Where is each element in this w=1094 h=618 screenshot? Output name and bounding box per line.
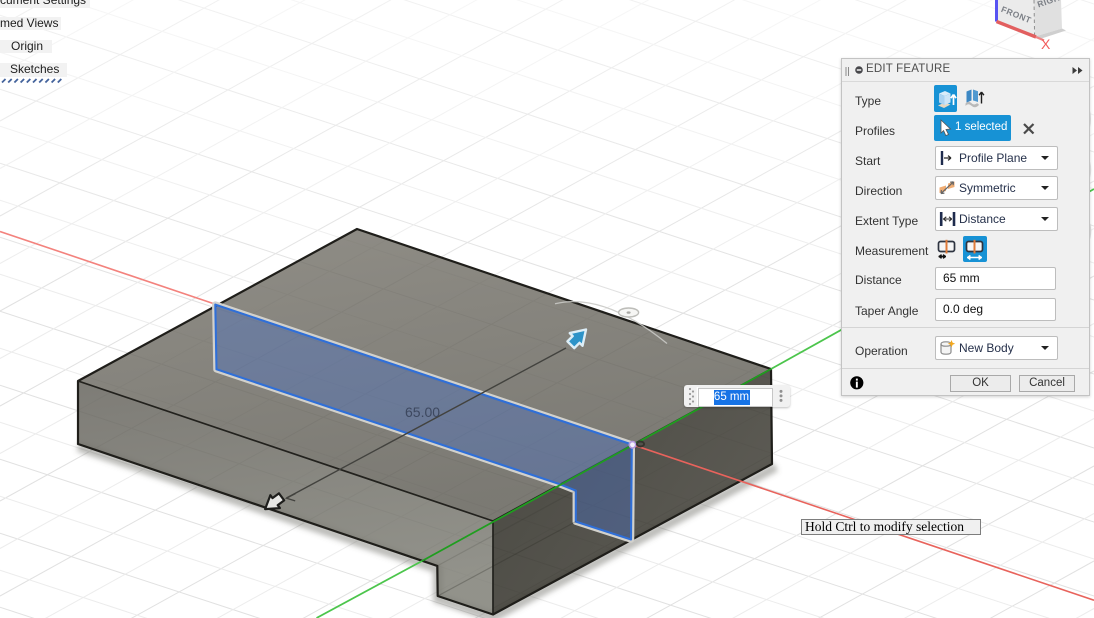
svg-text:X: X — [1041, 36, 1051, 52]
